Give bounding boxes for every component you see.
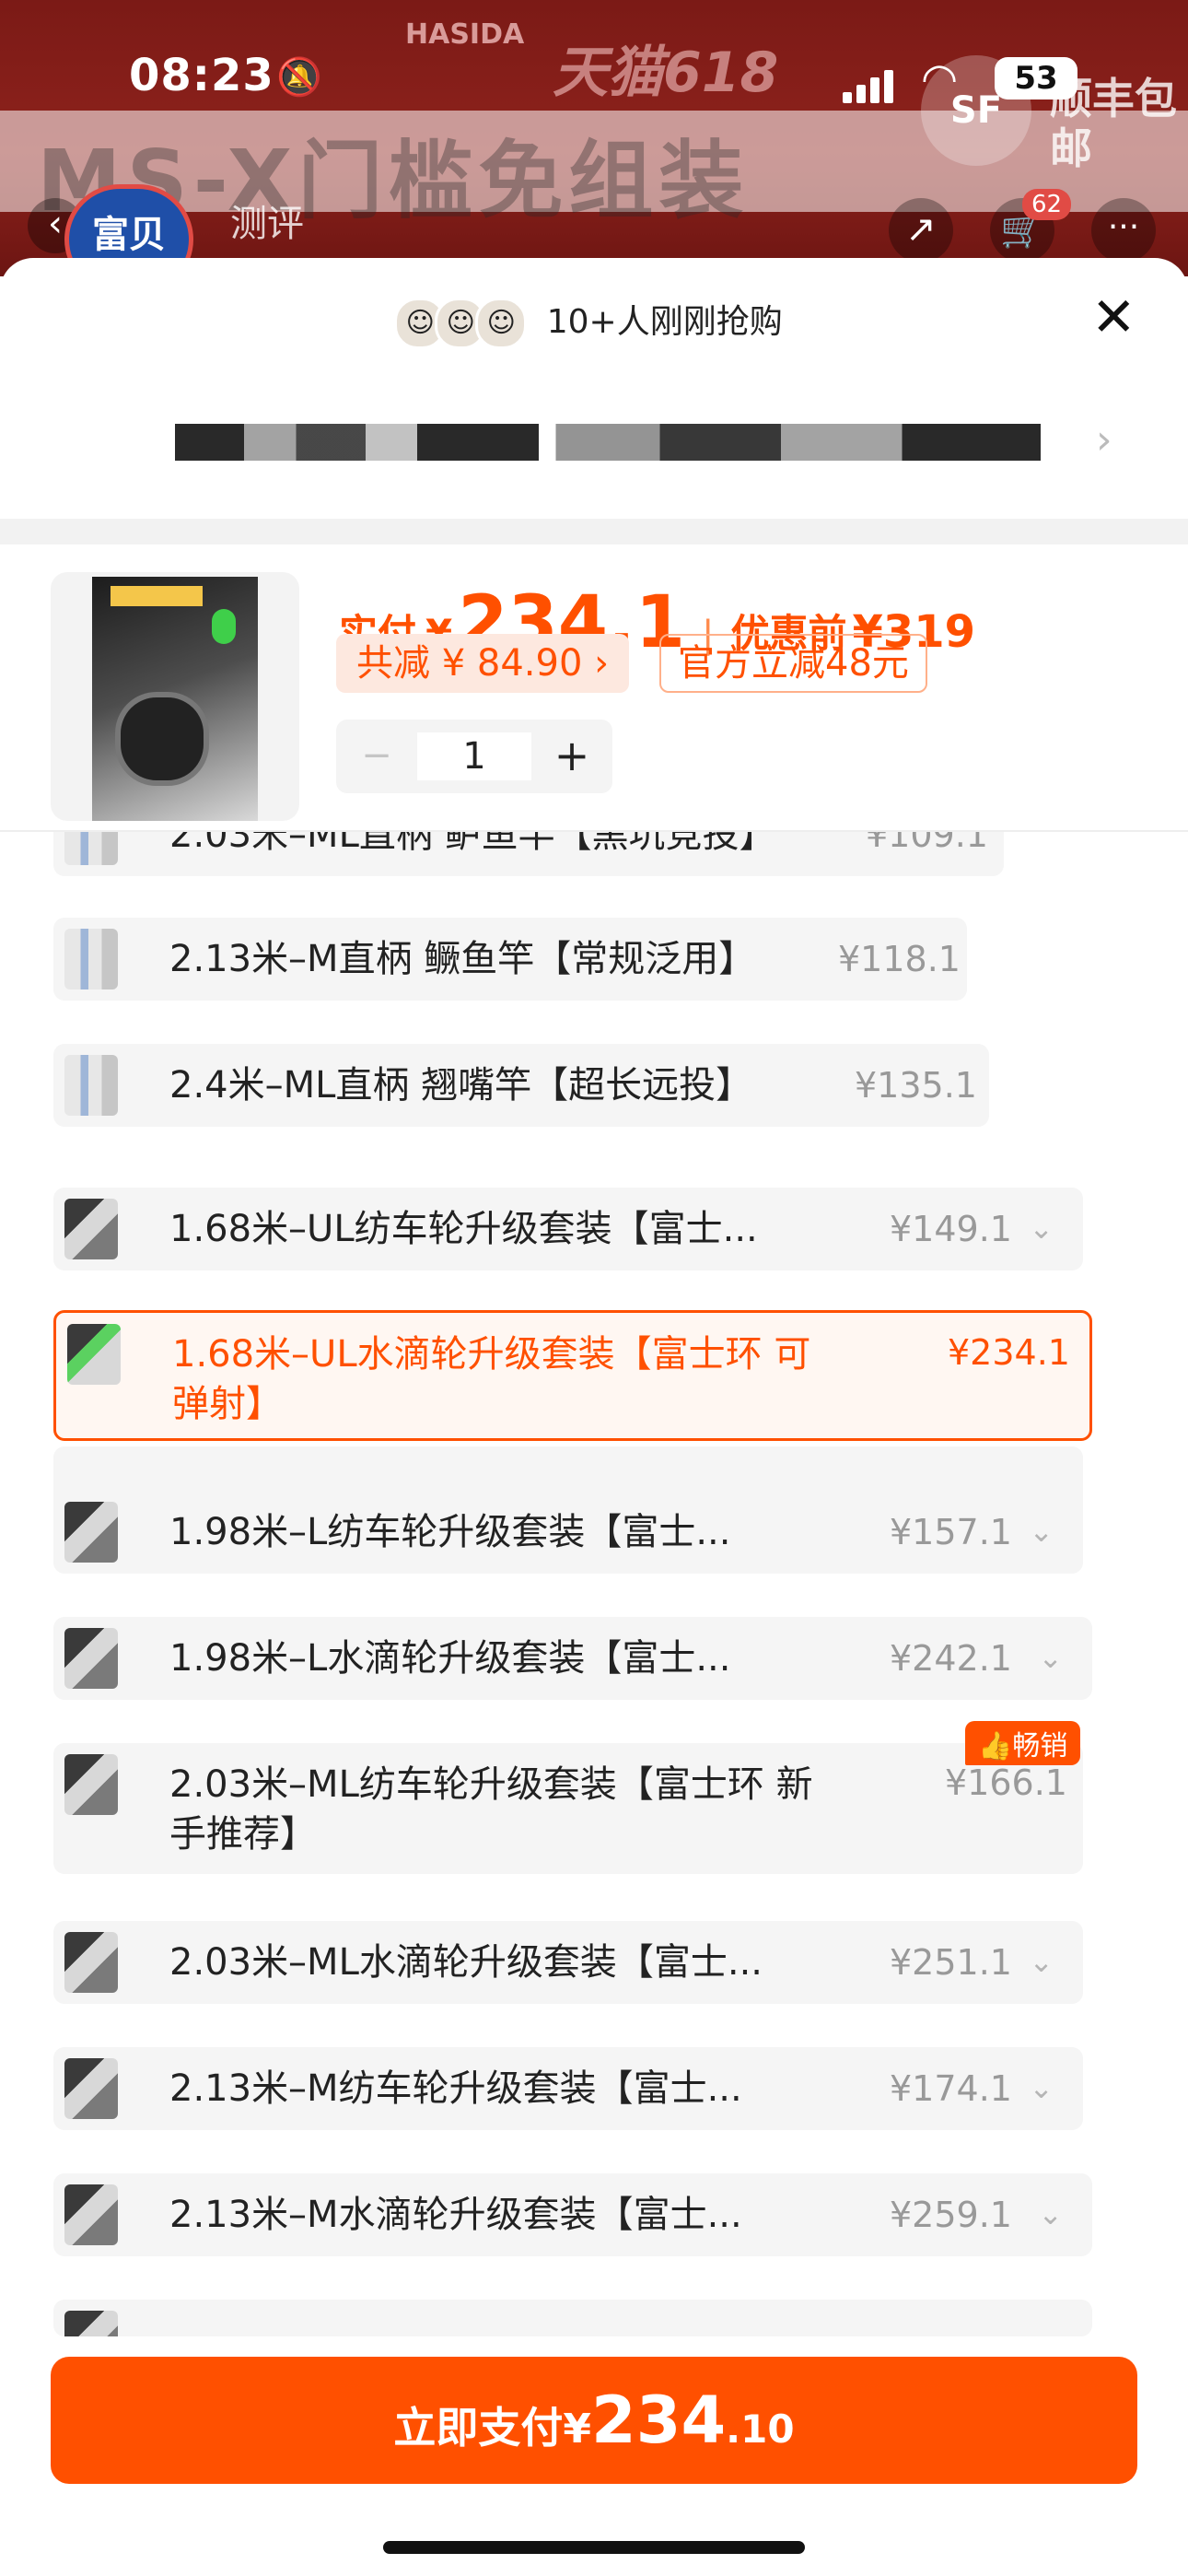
address-row[interactable]: ›: [0, 405, 1188, 488]
home-indicator[interactable]: [383, 2541, 805, 2554]
sku-thumbnail: [67, 1324, 121, 1385]
sku-label: 1.68米–UL水滴轮升级套装【富士环 可弹射】: [172, 1333, 811, 1425]
sku-thumbnail: [64, 1199, 118, 1259]
sku-option[interactable]: 2.03米–ML直柄 鲈鱼竿【黑坑竞投】 ¥109.1: [53, 830, 1004, 876]
redacted-address: [175, 424, 1041, 461]
sku-price: ¥166.1: [945, 1762, 1067, 1803]
recent-buyers-text: 10+人刚刚抢购: [546, 303, 783, 341]
sku-thumbnail: [64, 929, 118, 989]
chevron-down-icon[interactable]: ⌄: [1029, 1921, 1054, 2002]
sku-option[interactable]: 1.98米–L水滴轮升级套装【富士... ¥242.1 ⌄: [53, 1617, 1092, 1700]
product-thumbnail[interactable]: [51, 572, 299, 821]
pay-currency: ¥: [563, 2406, 592, 2453]
sku-option[interactable]: 1.68米–UL纺车轮升级套装【富士... ¥149.1 ⌄: [53, 1188, 1083, 1270]
chevron-down-icon[interactable]: ⌄: [1038, 1617, 1063, 1698]
sku-price: ¥242.1: [890, 1638, 1012, 1679]
battery-icon: 53: [995, 57, 1077, 100]
sku-label: 1.68米–UL纺车轮升级套装【富士...: [169, 1208, 758, 1250]
sku-thumbnail: [64, 1754, 118, 1815]
sku-price: ¥118.1: [838, 939, 961, 979]
bestseller-label: 畅销: [1012, 1730, 1068, 1762]
cellular-signal-icon: [843, 66, 898, 103]
increase-button[interactable]: +: [531, 720, 612, 793]
sku-thumbnail: [64, 2058, 118, 2119]
chevron-down-icon[interactable]: ⌄: [1029, 1491, 1054, 1572]
avatar: ☺: [475, 298, 528, 349]
review-label: 测评: [230, 203, 304, 245]
purchase-sheet: ☺☺☺ 10+人刚刚抢购 ✕ › 实付¥234.1|优惠前¥319 共减 ¥ 8…: [0, 258, 1188, 2576]
discount-total-badge[interactable]: 共减 ¥ 84.90 ›: [336, 634, 630, 693]
buyer-avatars: ☺ ☺ ☺: [394, 298, 528, 349]
bestseller-badge: 👍畅销: [965, 1721, 1081, 1765]
wifi-icon: ◠: [921, 53, 959, 103]
sku-option[interactable]: 2.03米–ML纺车轮升级套装【富士环 新手推荐】 ¥166.1 👍畅销: [53, 1721, 1083, 1874]
sku-option[interactable]: 2.13米–M直柄 鳜鱼竿【常规泛用】 ¥118.1: [53, 918, 967, 1001]
sku-option[interactable]: 1.98米–L纺车轮升级套装【富士... ¥157.1 ⌄: [53, 1491, 1083, 1574]
product-lure: [212, 609, 236, 644]
sku-option[interactable]: 2.03米–ML水滴轮升级套装【富士... ¥251.1 ⌄: [53, 1921, 1083, 2004]
sku-label: 2.4米–ML直柄 翘嘴竿【超长远投】: [169, 1064, 753, 1107]
silent-bell-icon: 🔕: [276, 56, 322, 99]
sku-thumbnail: [64, 1055, 118, 1116]
sku-label: 2.03米–ML纺车轮升级套装【富士环 新手推荐】: [169, 1763, 813, 1856]
product-reel: [115, 692, 209, 786]
pay-label: 立即支付: [393, 2403, 564, 2453]
sku-thumbnail: [64, 2184, 118, 2245]
more-icon[interactable]: ···: [1091, 198, 1156, 263]
sku-thumbnail: [64, 830, 118, 865]
sku-price: ¥259.1: [890, 2195, 1012, 2235]
sku-price: ¥251.1: [890, 1942, 1012, 1983]
sku-price: ¥157.1: [890, 1512, 1012, 1552]
product-tag: [111, 586, 203, 606]
sku-thumbnail: [64, 1502, 118, 1563]
pay-now-button[interactable]: 立即支付¥234.10: [51, 2357, 1137, 2484]
sku-thumbnail: [64, 1932, 118, 1993]
sku-label: 2.13米–M纺车轮升级套装【富士...: [169, 2067, 742, 2110]
chevron-down-icon[interactable]: ⌄: [1029, 1188, 1054, 1269]
share-icon[interactable]: ↗: [889, 198, 953, 263]
sku-thumbnail: [64, 2311, 118, 2336]
recent-buyers: ☺ ☺ ☺ 10+人刚刚抢购: [0, 295, 1188, 349]
sku-thumbnail: [64, 1628, 118, 1689]
cart-count-badge: 62: [1022, 189, 1072, 220]
status-time: 08:23: [129, 50, 274, 101]
chevron-right-icon: ›: [1096, 416, 1112, 463]
status-bar: 08:23 🔕 ◠ 53: [0, 0, 1188, 138]
sku-label: 2.03米–ML直柄 鲈鱼竿【黑坑竞投】: [169, 830, 776, 856]
sku-option[interactable]: 2.13米–M水滴轮升级套装【富士... ¥259.1 ⌄: [53, 2173, 1092, 2256]
decrease-button[interactable]: −: [336, 720, 417, 793]
close-icon[interactable]: ✕: [1091, 286, 1136, 348]
quantity-value[interactable]: 1: [417, 732, 531, 780]
sku-option[interactable]: 2.13米–M纺车轮升级套装【富士... ¥174.1 ⌄: [53, 2047, 1083, 2130]
quantity-stepper: − 1 +: [336, 720, 612, 793]
sku-option[interactable]: 2.4米–ML直柄 翘嘴竿【超长远投】 ¥135.1: [53, 1044, 989, 1127]
sku-label: 2.13米–M水滴轮升级套装【富士...: [169, 2194, 742, 2236]
chevron-down-icon[interactable]: ⌄: [1038, 2173, 1063, 2254]
order-summary: 实付¥234.1|优惠前¥319 共减 ¥ 84.90 › 官方立减48元 − …: [0, 544, 1188, 832]
sku-label: 2.13米–M直柄 鳜鱼竿【常规泛用】: [169, 938, 756, 980]
sku-price: ¥174.1: [890, 2068, 1012, 2109]
sku-label: 1.98米–L纺车轮升级套装【富士...: [169, 1511, 731, 1553]
thumbs-up-icon: 👍: [978, 1730, 1013, 1762]
sku-label: 2.03米–ML水滴轮升级套装【富士...: [169, 1941, 763, 1984]
sku-price: ¥149.1: [890, 1209, 1012, 1249]
sku-option-selected[interactable]: 1.68米–UL水滴轮升级套装【富士环 可弹射】 ¥234.1: [53, 1310, 1092, 1441]
official-discount-badge: 官方立减48元: [659, 634, 927, 693]
pay-amount-decimal: .10: [726, 2406, 795, 2452]
sku-label: 1.98米–L水滴轮升级套装【富士...: [169, 1637, 731, 1680]
pay-amount-integer: 234: [591, 2383, 727, 2458]
sku-price: ¥109.1: [866, 830, 988, 855]
sku-price: ¥135.1: [855, 1065, 977, 1106]
section-divider: [0, 519, 1188, 544]
chevron-down-icon[interactable]: ⌄: [1029, 2047, 1054, 2128]
sku-option-partial[interactable]: [53, 2300, 1092, 2336]
sku-price: ¥234.1: [948, 1332, 1070, 1373]
